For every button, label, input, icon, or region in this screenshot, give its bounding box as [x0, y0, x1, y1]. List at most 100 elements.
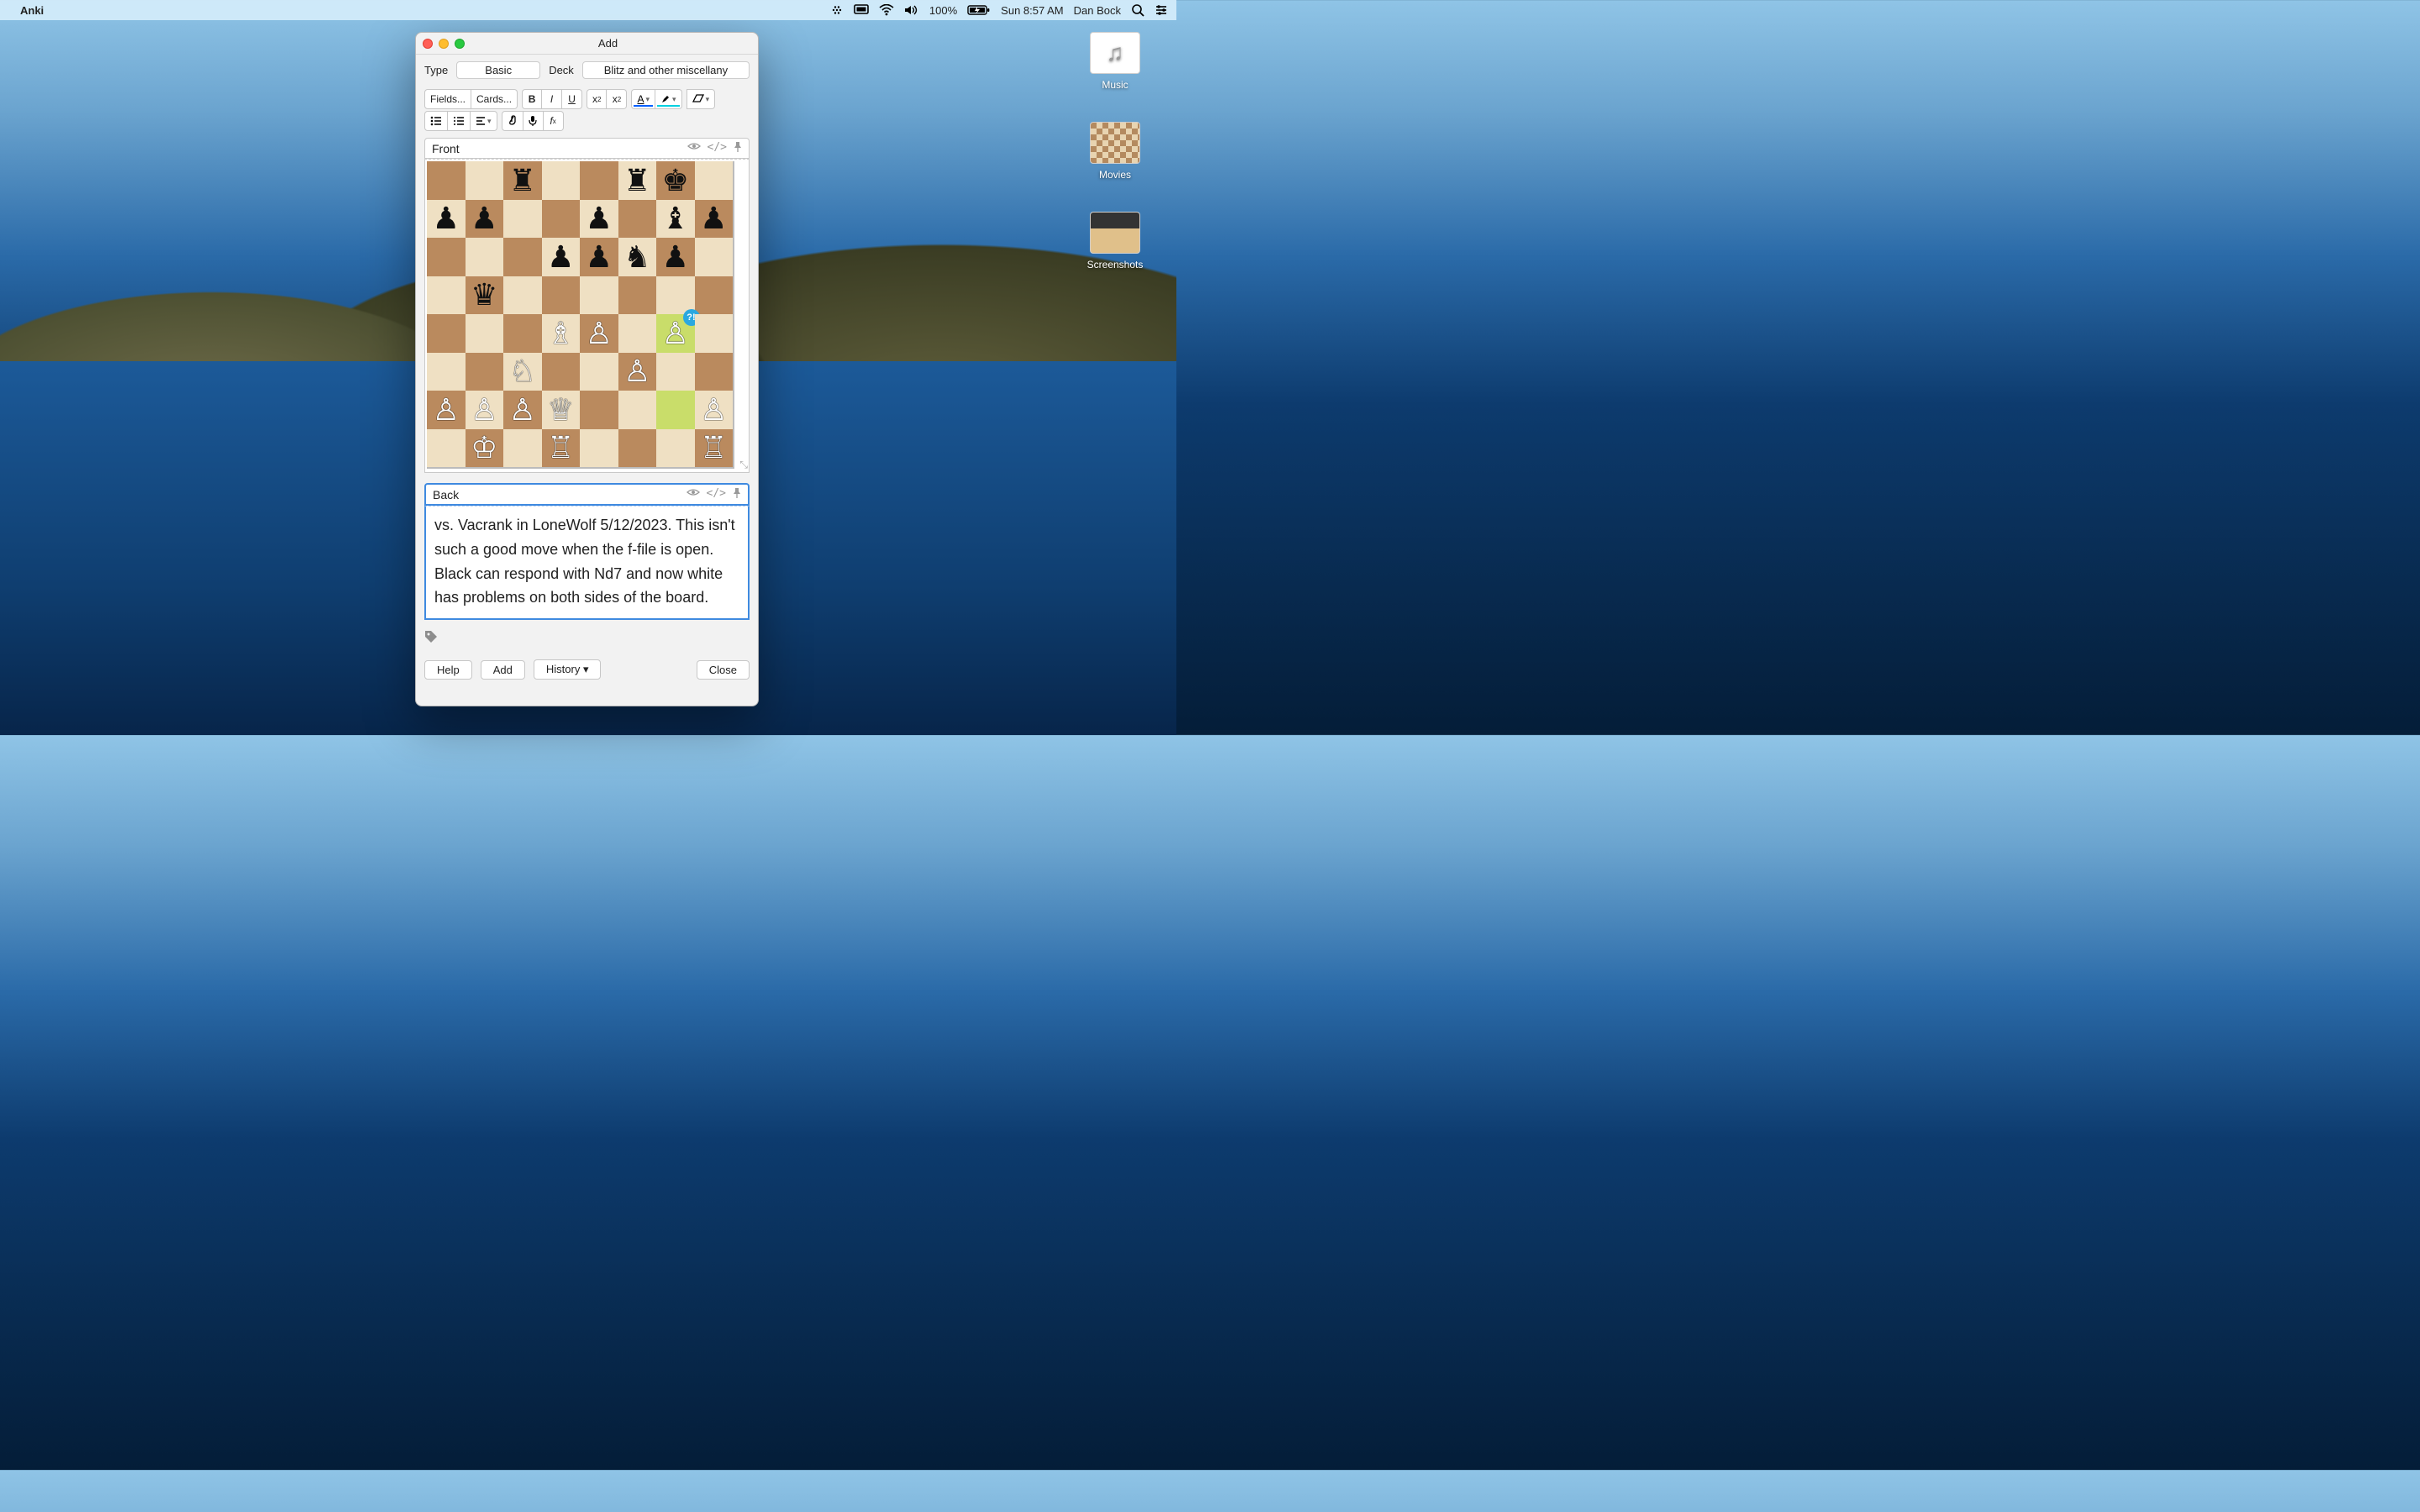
- add-button[interactable]: Add: [481, 660, 525, 680]
- piece-b7: ♟: [471, 203, 497, 234]
- macos-menubar: Anki 100% Sun 8:57 AM Dan Bock: [0, 0, 1176, 20]
- piece-c3: ♘: [509, 356, 536, 386]
- fields-button[interactable]: Fields...: [424, 89, 471, 109]
- pin-icon[interactable]: [734, 141, 742, 155]
- bullet-list-button[interactable]: [424, 111, 448, 131]
- square-c7: [503, 200, 542, 239]
- status-icon-1[interactable]: [830, 4, 844, 16]
- square-d1: ♖: [542, 429, 581, 468]
- maximize-icon[interactable]: [455, 39, 465, 49]
- square-d3: [542, 353, 581, 391]
- square-c3: ♘: [503, 353, 542, 391]
- piece-a7: ♟: [433, 203, 460, 234]
- piece-h1: ♖: [700, 433, 727, 463]
- piece-h7: ♟: [700, 203, 727, 234]
- spotlight-icon[interactable]: [1131, 3, 1144, 17]
- menubar-user[interactable]: Dan Bock: [1074, 4, 1121, 17]
- piece-g6: ♟: [662, 242, 689, 272]
- square-d5: [542, 276, 581, 315]
- square-f5: [618, 276, 657, 315]
- desktop-label: Screenshots: [1077, 259, 1153, 270]
- piece-d2: ♕: [547, 395, 574, 425]
- piece-e7: ♟: [586, 203, 613, 234]
- piece-b5: ♛: [471, 280, 497, 310]
- square-b2: ♙: [466, 391, 504, 429]
- front-label: Front: [432, 142, 460, 155]
- square-a6: [427, 238, 466, 276]
- piece-f3: ♙: [623, 356, 650, 386]
- desktop-item-movies[interactable]: Movies: [1077, 122, 1153, 181]
- square-g7: ♝: [656, 200, 695, 239]
- back-field-header[interactable]: Back </>: [424, 483, 750, 506]
- underline-button[interactable]: U: [562, 89, 582, 109]
- square-g6: ♟: [656, 238, 695, 276]
- piece-d4: ♗: [547, 318, 574, 349]
- eraser-button[interactable]: ▾: [687, 89, 716, 109]
- desktop-item-music[interactable]: Music: [1077, 32, 1153, 91]
- close-icon[interactable]: [423, 39, 433, 49]
- square-g8: ♚: [656, 161, 695, 200]
- anki-add-window: Add Type Basic Deck Blitz and other misc…: [415, 32, 759, 706]
- menubar-clock[interactable]: Sun 8:57 AM: [1001, 4, 1063, 17]
- pin-icon[interactable]: [733, 487, 741, 501]
- bold-button[interactable]: B: [522, 89, 542, 109]
- align-button[interactable]: ▾: [471, 111, 497, 131]
- minimize-icon[interactable]: [439, 39, 449, 49]
- desktop-item-screenshots[interactable]: Screenshots: [1077, 212, 1153, 270]
- html-icon[interactable]: </>: [707, 487, 726, 501]
- attachment-button[interactable]: [502, 111, 523, 131]
- front-field-header[interactable]: Front </>: [424, 138, 750, 159]
- help-button[interactable]: Help: [424, 660, 472, 680]
- movies-folder-icon: [1090, 122, 1140, 164]
- text-color-button[interactable]: A▾: [631, 89, 655, 109]
- deck-picker[interactable]: Blitz and other miscellany: [582, 61, 750, 79]
- control-center-icon[interactable]: [1155, 4, 1168, 16]
- front-field[interactable]: ♜♜♚♟♟♟♝♟♟♟♞♟♛♗♙♙?!♘♙♙♙♙♕♙♔♖♖ ⤡: [424, 159, 750, 473]
- editor-toolbar: Fields... Cards... B I U x2 x2 A▾ ▾ ▾: [416, 86, 758, 111]
- piece-b2: ♙: [471, 395, 497, 425]
- square-f7: [618, 200, 657, 239]
- html-icon[interactable]: </>: [708, 141, 727, 155]
- tags-field[interactable]: [416, 625, 758, 653]
- square-h7: ♟: [695, 200, 734, 239]
- cards-button[interactable]: Cards...: [471, 89, 518, 109]
- close-button[interactable]: Close: [697, 660, 750, 680]
- back-text[interactable]: vs. Vacrank in LoneWolf 5/12/2023. This …: [426, 507, 748, 618]
- square-g4: ♙?!: [656, 314, 695, 353]
- italic-button[interactable]: I: [542, 89, 562, 109]
- superscript-button[interactable]: x2: [587, 89, 607, 109]
- type-label: Type: [424, 64, 448, 76]
- history-button[interactable]: History ▾: [534, 659, 602, 680]
- battery-icon[interactable]: [967, 4, 991, 16]
- square-c5: [503, 276, 542, 315]
- square-f1: [618, 429, 657, 468]
- wifi-icon[interactable]: [879, 4, 894, 16]
- square-c1: [503, 429, 542, 468]
- resize-handle-icon[interactable]: ⤡: [739, 459, 748, 471]
- square-a1: [427, 429, 466, 468]
- display-icon[interactable]: [854, 4, 869, 16]
- square-e3: [580, 353, 618, 391]
- square-h3: [695, 353, 734, 391]
- equation-button[interactable]: fx: [544, 111, 564, 131]
- notetype-picker[interactable]: Basic: [456, 61, 540, 79]
- square-d7: [542, 200, 581, 239]
- piece-f8: ♜: [623, 165, 650, 196]
- subscript-button[interactable]: x2: [607, 89, 627, 109]
- piece-b1: ♔: [471, 433, 497, 463]
- back-field[interactable]: vs. Vacrank in LoneWolf 5/12/2023. This …: [424, 506, 750, 620]
- eye-icon[interactable]: [687, 141, 701, 155]
- app-name[interactable]: Anki: [20, 4, 44, 17]
- number-list-button[interactable]: [448, 111, 471, 131]
- eye-icon[interactable]: [687, 487, 700, 501]
- square-d2: ♕: [542, 391, 581, 429]
- record-button[interactable]: [523, 111, 544, 131]
- square-f2: [618, 391, 657, 429]
- square-g2: [656, 391, 695, 429]
- highlight-button[interactable]: ▾: [655, 89, 682, 109]
- square-f4: [618, 314, 657, 353]
- volume-icon[interactable]: [904, 4, 919, 16]
- square-d4: ♗: [542, 314, 581, 353]
- window-titlebar[interactable]: Add: [416, 33, 758, 55]
- square-c4: [503, 314, 542, 353]
